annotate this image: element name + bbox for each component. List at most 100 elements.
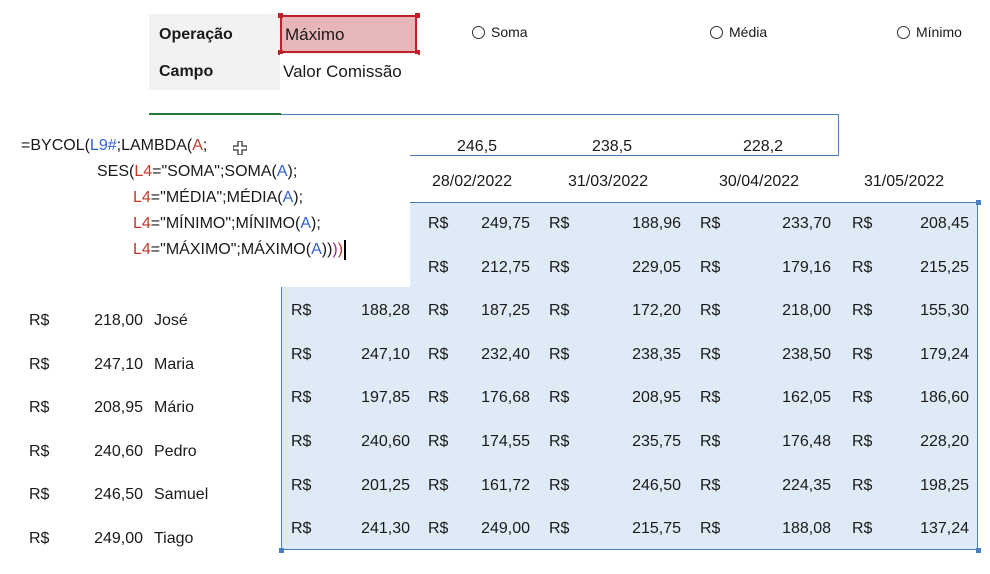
formula-line-3: L4="MÉDIA";MÉDIA(A); (133, 189, 304, 206)
grid-cell-value[interactable]: 179,24 (899, 345, 969, 365)
formula-line-2: SES(L4="SOMA";SOMA(A); (97, 163, 298, 180)
grid-cell-value[interactable]: 235,75 (611, 432, 681, 452)
grid-cell-value[interactable]: 179,16 (761, 258, 831, 278)
person-name[interactable]: Maria (154, 355, 194, 375)
grid-cell-value[interactable]: 187,25 (460, 301, 530, 321)
formula-line-1: =BYCOL(L9#;LAMBDA(A; (21, 137, 208, 154)
grid-cell-value[interactable]: 240,60 (340, 432, 410, 452)
grid-cell-value[interactable]: 172,20 (611, 301, 681, 321)
grid-cell-value[interactable]: 247,10 (340, 345, 410, 365)
grid-cell-value[interactable]: 176,48 (761, 432, 831, 452)
person-value[interactable]: 249,00 (73, 529, 143, 549)
grid-cell-value[interactable]: 215,75 (611, 519, 681, 539)
currency-symbol: R$ (29, 486, 50, 504)
person-name[interactable]: Tiago (154, 529, 193, 549)
date-header: 31/05/2022 (864, 173, 945, 190)
currency-symbol: R$ (428, 302, 449, 320)
currency-symbol: R$ (700, 302, 721, 320)
grid-cell-value[interactable]: 162,05 (761, 388, 831, 408)
person-value[interactable]: 246,50 (73, 485, 143, 505)
currency-symbol: R$ (852, 302, 873, 320)
selection-handle[interactable] (976, 548, 981, 553)
selection-handle[interactable] (279, 548, 284, 553)
currency-symbol: R$ (549, 389, 570, 407)
result-value: 228,2 (743, 138, 784, 155)
grid-cell-value[interactable]: 208,95 (611, 388, 681, 408)
grid-cell-value[interactable]: 137,24 (899, 519, 969, 539)
currency-symbol: R$ (700, 215, 721, 232)
grid-cell-value[interactable]: 246,50 (611, 476, 681, 496)
result-value: 238,5 (592, 138, 633, 155)
person-value[interactable]: 247,10 (73, 355, 143, 375)
radio-soma[interactable]: Soma (472, 24, 528, 40)
person-value[interactable]: 240,60 (73, 442, 143, 462)
operation-label: Operação (159, 26, 233, 43)
cell-divider (149, 113, 281, 115)
radio-label: Média (729, 24, 768, 40)
grid-cell-value[interactable]: 155,30 (899, 301, 969, 321)
grid-cell-value[interactable]: 233,70 (761, 214, 831, 234)
person-value[interactable]: 208,95 (73, 398, 143, 418)
currency-symbol: R$ (700, 476, 721, 494)
grid-cell-value[interactable]: 161,72 (460, 476, 530, 496)
currency-symbol: R$ (852, 476, 873, 494)
grid-cell-value[interactable]: 188,28 (340, 301, 410, 321)
field-cell[interactable]: Valor Comissão (280, 54, 418, 90)
person-name[interactable]: Samuel (154, 485, 208, 505)
currency-symbol: R$ (549, 433, 570, 450)
currency-symbol: R$ (291, 476, 312, 494)
grid-cell-value[interactable]: 186,60 (899, 388, 969, 408)
grid-cell-value[interactable]: 238,35 (611, 345, 681, 365)
operation-cell[interactable]: Máximo (280, 15, 417, 53)
field-label: Campo (159, 63, 214, 80)
currency-symbol: R$ (549, 476, 570, 494)
person-name[interactable]: José (154, 311, 188, 331)
cell-cursor-cross-icon (233, 141, 247, 155)
grid-cell-value[interactable]: 212,75 (460, 258, 530, 278)
currency-symbol: R$ (428, 345, 449, 363)
currency-symbol: R$ (428, 258, 449, 276)
person-name[interactable]: Pedro (154, 442, 197, 462)
grid-cell-value[interactable]: 176,68 (460, 388, 530, 408)
currency-symbol: R$ (29, 530, 50, 547)
currency-symbol: R$ (428, 433, 449, 450)
grid-cell-value[interactable]: 232,40 (460, 345, 530, 365)
grid-cell-value[interactable]: 249,75 (460, 214, 530, 234)
selection-handle[interactable] (278, 13, 283, 18)
grid-cell-value[interactable]: 215,25 (899, 258, 969, 278)
grid-cell-value[interactable]: 188,96 (611, 214, 681, 234)
radio-minimo[interactable]: Mínimo (897, 24, 962, 40)
formula-line-5: L4="MÁXIMO";MÁXIMO(A)))) (133, 237, 346, 263)
grid-cell-value[interactable]: 197,85 (340, 388, 410, 408)
grid-cell-value[interactable]: 224,35 (761, 476, 831, 496)
selection-handle[interactable] (415, 13, 420, 18)
radio-label: Mínimo (916, 24, 962, 40)
date-header: 28/02/2022 (432, 173, 513, 190)
grid-cell-value[interactable]: 174,55 (460, 432, 530, 452)
person-value[interactable]: 218,00 (73, 311, 143, 331)
person-name[interactable]: Mário (154, 398, 194, 418)
currency-symbol: R$ (852, 258, 873, 276)
grid-cell-value[interactable]: 201,25 (340, 476, 410, 496)
grid-cell-value[interactable]: 228,20 (899, 432, 969, 452)
currency-symbol: R$ (549, 258, 570, 276)
radio-media[interactable]: Média (710, 24, 767, 40)
grid-cell-value[interactable]: 188,08 (761, 519, 831, 539)
grid-cell-value[interactable]: 241,30 (340, 519, 410, 539)
currency-symbol: R$ (428, 520, 449, 538)
date-header: 31/03/2022 (568, 173, 649, 190)
selection-handle[interactable] (976, 200, 981, 205)
currency-symbol: R$ (852, 389, 873, 407)
formula-line-4: L4="MÍNIMO";MÍNIMO(A); (133, 215, 321, 232)
grid-cell-value[interactable]: 208,45 (899, 214, 969, 234)
grid-cell-value[interactable]: 249,00 (460, 519, 530, 539)
currency-symbol: R$ (549, 520, 570, 538)
grid-cell-value[interactable]: 229,05 (611, 258, 681, 278)
currency-symbol: R$ (29, 399, 50, 417)
grid-cell-value[interactable]: 238,50 (761, 345, 831, 365)
grid-cell-value[interactable]: 198,25 (899, 476, 969, 496)
formula-editor[interactable]: =BYCOL(L9#;LAMBDA(A; SES(L4="SOMA";SOMA(… (18, 133, 410, 287)
grid-cell-value[interactable]: 218,00 (761, 301, 831, 321)
radio-circle-icon (710, 25, 723, 39)
currency-symbol: R$ (291, 433, 312, 450)
